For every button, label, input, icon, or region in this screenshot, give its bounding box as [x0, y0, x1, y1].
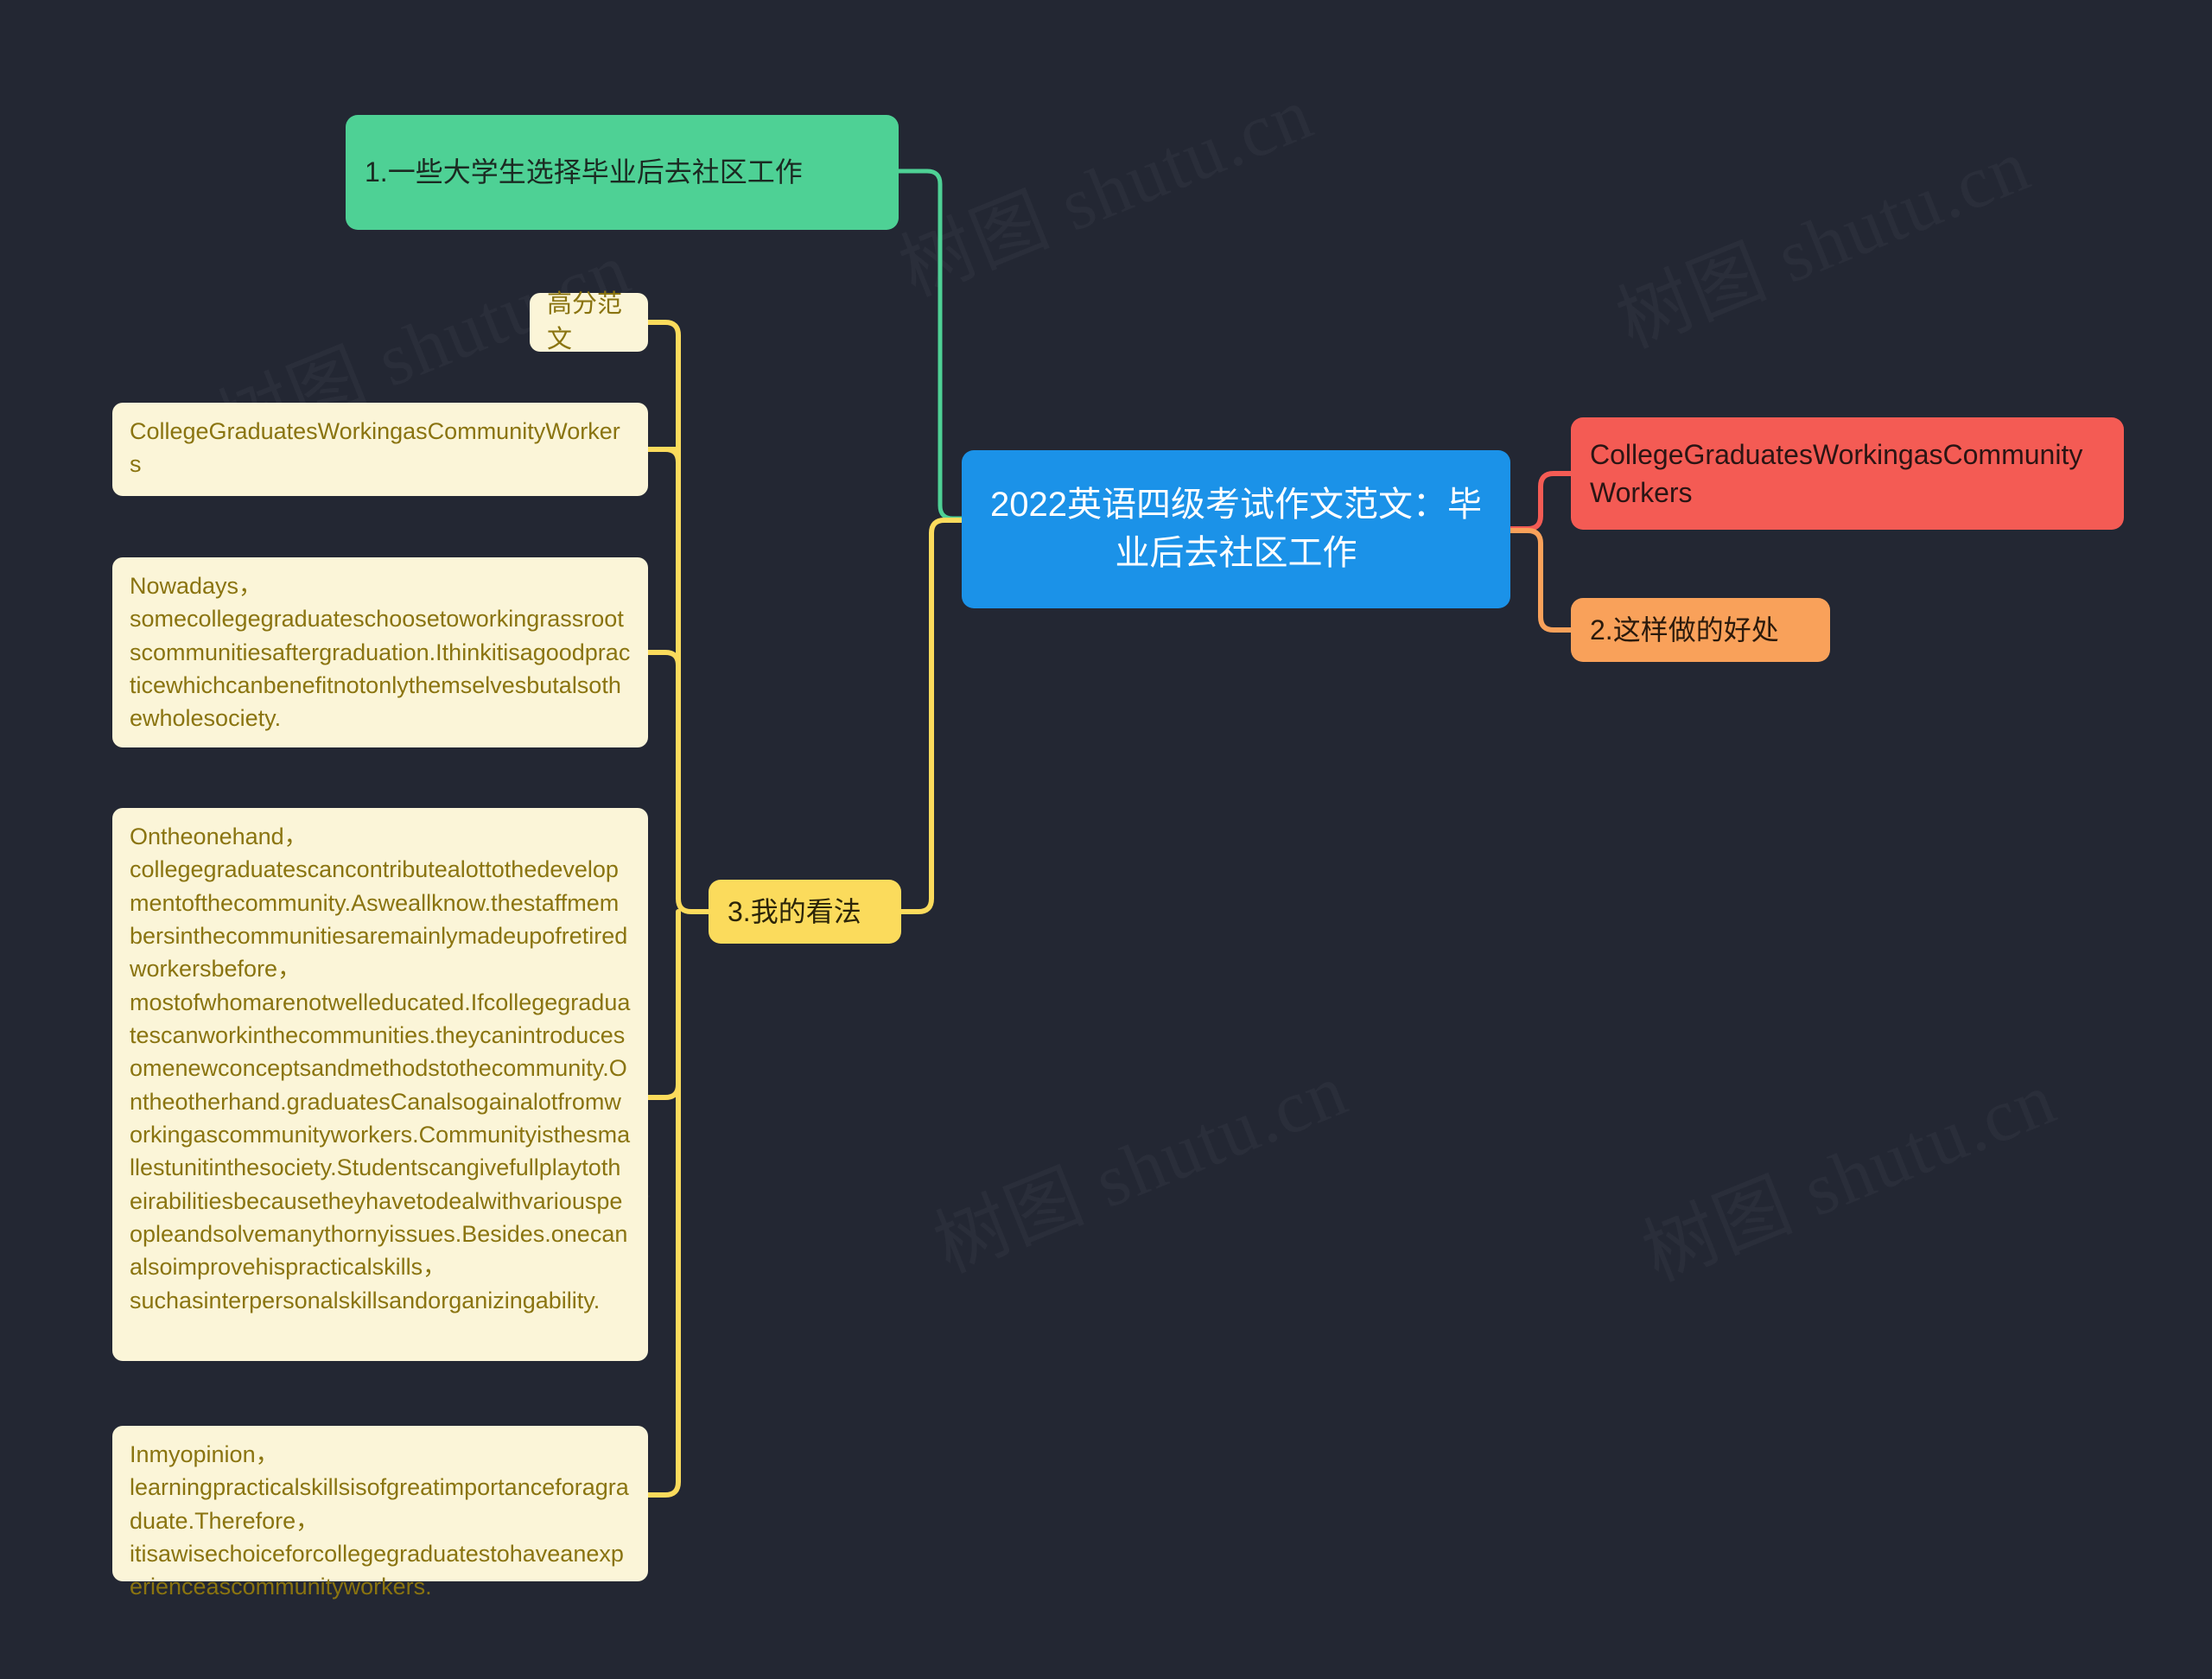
leaf-node-4[interactable]: Ontheonehand，collegegraduatescancontribu…	[112, 808, 648, 1361]
leaf-node-2[interactable]: CollegeGraduatesWorkingasCommunityWorker…	[112, 403, 648, 496]
branch-node-1-label: 1.一些大学生选择毕业后去社区工作	[365, 156, 803, 188]
branch-node-1[interactable]: 1.一些大学生选择毕业后去社区工作	[346, 115, 899, 230]
branch-node-4[interactable]: 3.我的看法	[709, 880, 901, 944]
leaf-node-4-label: Ontheonehand，collegegraduatescancontribu…	[130, 824, 631, 1313]
branch-node-3-label: 2.这样做的好处	[1590, 614, 1779, 646]
branch-node-3[interactable]: 2.这样做的好处	[1571, 598, 1830, 662]
branch-node-2[interactable]: CollegeGraduatesWorkingasCommunityWorker…	[1571, 417, 2124, 530]
leaf-node-1[interactable]: 高分范文	[530, 290, 648, 353]
branch-node-4-label: 3.我的看法	[728, 895, 861, 927]
leaf-node-1-label: 高分范文	[547, 289, 623, 353]
leaf-node-3-label: Nowadays，somecollegegraduateschoosetowor…	[130, 573, 631, 732]
leaf-node-5[interactable]: Inmyopinion，learningpracticalskillsisofg…	[112, 1426, 648, 1600]
node-layer: 2022英语四级考试作文范文：毕业后去社区工作 1.一些大学生选择毕业后去社区工…	[0, 0, 2212, 1679]
root-node-label: 2022英语四级考试作文范文：毕业后去社区工作	[990, 486, 1482, 572]
leaf-node-3[interactable]: Nowadays，somecollegegraduateschoosetowor…	[112, 557, 648, 747]
branch-node-2-label: CollegeGraduatesWorkingasCommunityWorker…	[1590, 438, 2083, 508]
leaf-node-5-label: Inmyopinion，learningpracticalskillsisofg…	[130, 1441, 629, 1600]
root-node[interactable]: 2022英语四级考试作文范文：毕业后去社区工作	[962, 450, 1510, 608]
leaf-node-2-label: CollegeGraduatesWorkingasCommunityWorker…	[130, 418, 620, 478]
